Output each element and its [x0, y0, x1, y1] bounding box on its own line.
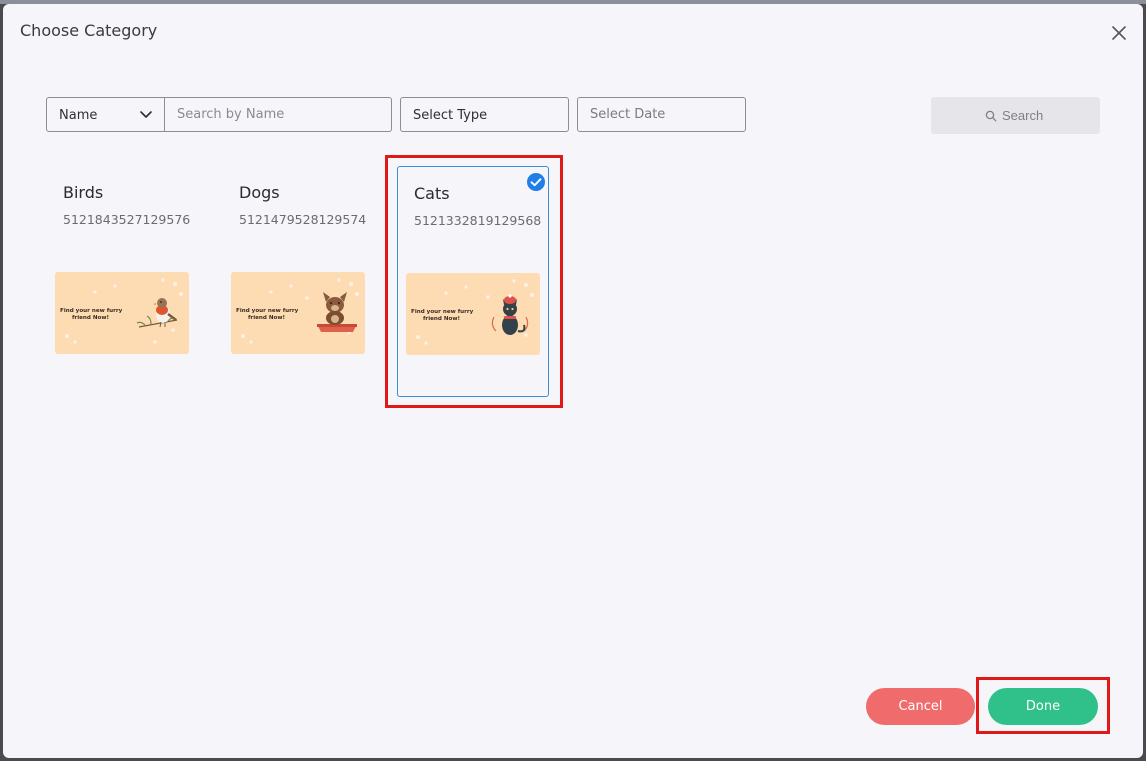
search-button-label: Search — [1002, 108, 1044, 123]
category-name: Cats — [414, 184, 450, 203]
search-icon — [985, 110, 997, 121]
search-button[interactable]: Search — [931, 97, 1100, 134]
category-card-dogs[interactable]: Dogs 5121479528129574 Find your new furr… — [223, 166, 375, 397]
thumb-text-line1: Find your new furry — [60, 308, 123, 314]
selected-check — [526, 172, 546, 192]
thumb-text-line2: friend Now! — [72, 315, 109, 321]
search-button-content: Search — [985, 108, 1043, 123]
category-code: 5121843527129576 — [63, 212, 191, 227]
search-name-input[interactable] — [165, 97, 392, 132]
choose-category-dialog: Choose Category Name Select Type Search … — [3, 4, 1143, 758]
category-code: 5121479528129574 — [239, 212, 367, 227]
field-select[interactable]: Name — [46, 97, 165, 132]
close-button[interactable] — [1109, 23, 1129, 43]
category-thumbnail-birds: Find your new furry friend Now! — [55, 272, 189, 354]
category-code: 5121332819129568 — [414, 213, 542, 228]
thumb-text-line1: Find your new furry — [411, 309, 474, 315]
category-card-cats[interactable]: Cats 5121332819129568 Find your new furr… — [397, 166, 549, 397]
bird-illustration: Find your new furry friend Now! — [55, 272, 189, 354]
category-name: Dogs — [239, 183, 280, 202]
type-select-value: Select Type — [413, 108, 488, 123]
type-select[interactable]: Select Type — [400, 97, 569, 132]
category-card-birds[interactable]: Birds 5121843527129576 Find your new fur… — [47, 166, 199, 397]
close-icon — [1112, 26, 1126, 40]
done-button[interactable]: Done — [988, 688, 1098, 725]
dog-illustration: Find your new furry friend Now! — [231, 272, 365, 354]
thumb-text-line1: Find your new furry — [236, 308, 299, 314]
cancel-button[interactable]: Cancel — [866, 688, 975, 725]
category-thumbnail-cats: Find your new furry friend Now! — [406, 273, 540, 355]
date-input[interactable] — [577, 97, 746, 132]
thumb-text-line2: friend Now! — [248, 315, 285, 321]
category-name: Birds — [63, 183, 104, 202]
check-circle-icon — [527, 173, 545, 191]
category-thumbnail-dogs: Find your new furry friend Now! — [231, 272, 365, 354]
cat-illustration: Find your new furry friend Now! — [406, 273, 540, 355]
dialog-title: Choose Category — [20, 21, 158, 40]
chevron-down-icon — [140, 111, 152, 118]
thumb-text-line2: friend Now! — [423, 316, 460, 322]
field-select-value: Name — [59, 108, 98, 123]
